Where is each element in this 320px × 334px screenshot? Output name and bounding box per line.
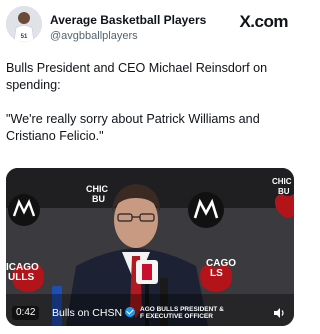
lower-third-line-2: F EXECUTIVE OFFICER — [140, 313, 213, 320]
x-logo: X.com — [239, 12, 288, 31]
backdrop-text-far-right: CHIC — [272, 177, 292, 186]
lower-third-line-1: AGO BULLS PRESIDENT & — [140, 306, 224, 313]
backdrop-text-far-right2: BU — [278, 187, 290, 196]
tweet-line-1: Bulls President and CEO Michael Reinsdor… — [6, 61, 268, 92]
verified-check-icon — [125, 307, 136, 317]
video-channel: Bulls on CHSN — [52, 306, 137, 320]
tweet-line-2: "We're really sorry about Patrick Willia… — [6, 112, 260, 143]
video-channel-label: Bulls on CHSN — [52, 307, 123, 319]
account-handle[interactable]: @avgbballplayers — [50, 30, 138, 42]
avatar-icon: 51 — [6, 6, 42, 42]
backdrop-text-left-top: CHIC — [86, 184, 108, 194]
avatar[interactable]: 51 — [6, 6, 42, 42]
video-timestamp: 0:42 — [12, 306, 40, 320]
tweet-text: Bulls President and CEO Michael Reinsdor… — [6, 60, 294, 145]
motorola-logo-right — [188, 192, 224, 228]
tweet-header: 51 Average Basketball Players @avgbballp… — [6, 6, 294, 46]
lower-third: AGO BULLS PRESIDENT & F EXECUTIVE OFFICE… — [140, 306, 264, 320]
backdrop-text-left-bottom2: ULLS — [8, 272, 34, 283]
volume-icon[interactable] — [272, 306, 286, 320]
backdrop-text-right-mid2: LS — [210, 268, 223, 279]
svg-text:51: 51 — [21, 34, 28, 40]
video-frame: CHIC BU ICAGO ULLS CAGO LS CHIC BU — [6, 168, 294, 326]
backdrop-text-left-top2: BU — [92, 194, 105, 204]
video-player[interactable]: CHIC BU ICAGO ULLS CAGO LS CHIC BU 0:42 … — [6, 168, 294, 326]
display-name[interactable]: Average Basketball Players — [50, 13, 206, 27]
